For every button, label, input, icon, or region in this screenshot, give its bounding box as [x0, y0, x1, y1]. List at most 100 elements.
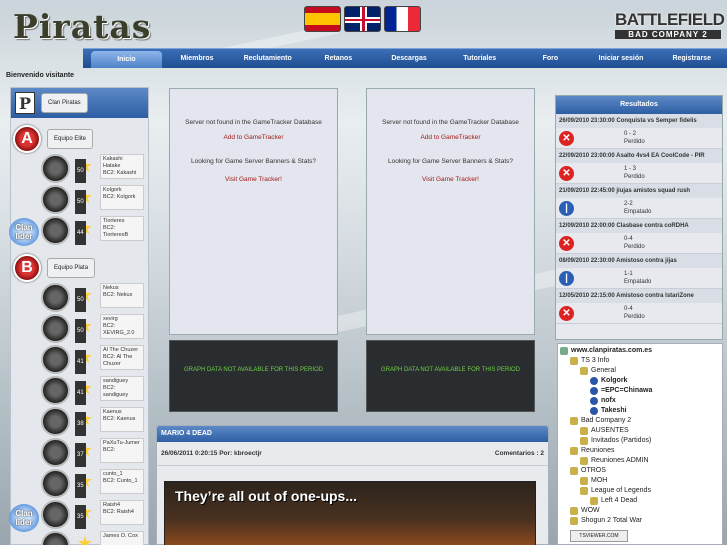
clan-label[interactable]: Clan Piratas: [41, 93, 88, 113]
member-name[interactable]: Kolgork: [103, 187, 141, 194]
ts-item[interactable]: AUSENTES: [560, 426, 720, 436]
member-name[interactable]: Raish4: [103, 502, 141, 509]
ts-item-label: General: [591, 367, 616, 374]
result-item[interactable]: 26/09/2010 23:30:00 Conquista vs Semper …: [556, 114, 722, 149]
member-name[interactable]: PaXuTu-Jumer: [103, 440, 141, 447]
ts-item[interactable]: Invitados (Partidos): [560, 436, 720, 446]
result-title[interactable]: 22/09/2010 23:00:00 Asalto 4vs4 EA CoolC…: [556, 149, 722, 163]
site-logo[interactable]: Piratas: [13, 7, 151, 46]
team-label[interactable]: Equipo Elite: [47, 129, 94, 149]
member-info[interactable]: Tiorteres BC2: TiorteresB: [100, 216, 144, 241]
gametracker-graph-2: GRAPH DATA NOT AVAILABLE FOR THIS PERIOD: [366, 340, 535, 412]
member-avatar[interactable]: [41, 154, 70, 183]
ts-item[interactable]: Bad Company 2: [560, 416, 720, 426]
nav-miembros[interactable]: Miembros: [162, 49, 233, 68]
member-avatar[interactable]: [41, 314, 70, 343]
ts-item[interactable]: Takeshi: [560, 406, 720, 416]
result-item[interactable]: 22/09/2010 23:00:00 Asalto 4vs4 EA CoolC…: [556, 149, 722, 184]
result-title[interactable]: 12/05/2010 22:15:00 Amistoso contra lsta…: [556, 289, 722, 303]
ts-item[interactable]: WOW: [560, 506, 720, 516]
member-avatar[interactable]: [41, 531, 70, 545]
result-item[interactable]: 12/05/2010 22:15:00 Amistoso contra lsta…: [556, 289, 722, 324]
result-title[interactable]: 08/09/2010 22:30:00 Amistoso contra jija…: [556, 254, 722, 268]
post-comments-link[interactable]: Comentarios : 2: [495, 450, 544, 457]
ts-item[interactable]: Reuniones: [560, 446, 720, 456]
member-info[interactable]: Kaenus BC2: Kaenus: [100, 407, 144, 432]
ts-item[interactable]: General: [560, 366, 720, 376]
ts-item[interactable]: MOH: [560, 476, 720, 486]
result-item[interactable]: 12/09/2010 22:00:00 Clasbase contra coRD…: [556, 219, 722, 254]
english-flag-icon[interactable]: [344, 6, 381, 32]
member-info[interactable]: Kolgork BC2: Kolgork: [100, 185, 144, 210]
ts-item[interactable]: Left 4 Dead: [560, 496, 720, 506]
member-name[interactable]: Al The Chuzer: [103, 347, 141, 354]
visit-gametracker-link[interactable]: Visit Game Tracker!: [170, 176, 337, 184]
ts-item[interactable]: Shogun 2 Total War: [560, 516, 720, 526]
nav-iniciar-sesion[interactable]: Iniciar sesión: [586, 49, 657, 68]
member-info[interactable]: Nekus BC2: Nekus: [100, 283, 144, 308]
result-item[interactable]: 08/09/2010 22:30:00 Amistoso contra jija…: [556, 254, 722, 289]
member-avatar[interactable]: [41, 469, 70, 498]
member-row: ★41Al The ChuzerBC2: Al The Chuzer: [41, 345, 148, 376]
spanish-flag-icon[interactable]: [304, 6, 341, 32]
member-name[interactable]: sandiguey: [103, 378, 141, 385]
member-info[interactable]: Kakashi Hatake BC2: Kakashi: [100, 154, 144, 179]
ts-item[interactable]: OTROS: [560, 466, 720, 476]
nav-retanos[interactable]: Retanos: [303, 49, 374, 68]
member-name[interactable]: Nekus: [103, 285, 141, 292]
user-icon: [590, 387, 598, 395]
result-title[interactable]: 26/09/2010 23:30:00 Conquista vs Semper …: [556, 114, 722, 128]
member-info[interactable]: Al The Chuzer BC2: Al The Chuzer: [100, 345, 144, 370]
member-row: ★38KaenusBC2: Kaenus: [41, 407, 148, 438]
nav-descargas[interactable]: Descargas: [374, 49, 445, 68]
member-avatar[interactable]: [41, 216, 70, 245]
member-name[interactable]: xevirg: [103, 316, 141, 323]
rank-number: 50: [75, 288, 86, 312]
ts-item[interactable]: www.clanpiratas.com.es: [560, 346, 720, 356]
french-flag-icon[interactable]: [384, 6, 421, 32]
team-label[interactable]: Equipo Plata: [47, 258, 96, 278]
nav-registrarse[interactable]: Registrarse: [656, 49, 727, 68]
ts-item[interactable]: Kolgork: [560, 376, 720, 386]
result-title[interactable]: 12/09/2010 22:00:00 Clasbase contra coRD…: [556, 219, 722, 233]
add-to-gametracker-link[interactable]: Add to GameTracker: [367, 134, 534, 142]
result-item[interactable]: 21/09/2010 22:45:00 jiujas amistos squad…: [556, 184, 722, 219]
member-info[interactable]: Raish4 BC2: Raish4: [100, 500, 144, 525]
header: Piratas BATTLEFIELD BAD COMPANY 2: [0, 0, 727, 48]
ts-item[interactable]: =EPC=Chinawa: [560, 386, 720, 396]
member-info[interactable]: xevirg BC2: XEVIRG_2.0: [100, 314, 144, 339]
nav-reclutamiento[interactable]: Reclutamiento: [232, 49, 303, 68]
visit-gametracker-link[interactable]: Visit Game Tracker!: [367, 176, 534, 184]
ts-item[interactable]: League of Legends: [560, 486, 720, 496]
nav-inicio[interactable]: Inicio: [91, 51, 162, 68]
member-name[interactable]: James O. Cox: [103, 533, 141, 540]
results-panel: Resultados 26/09/2010 23:30:00 Conquista…: [555, 95, 723, 340]
member-name[interactable]: cunto_1: [103, 471, 141, 478]
member-avatar[interactable]: [41, 376, 70, 405]
member-avatar[interactable]: [41, 283, 70, 312]
post-title[interactable]: MARIO 4 DEAD: [157, 426, 548, 442]
member-info[interactable]: James O. Cox: [100, 531, 144, 545]
member-info[interactable]: PaXuTu-Jumer BC2:: [100, 438, 144, 463]
result-status: Perdido: [624, 314, 645, 320]
member-avatar[interactable]: [41, 500, 70, 529]
member-bc2: BC2: Kaenus: [103, 416, 136, 422]
nav-tutoriales[interactable]: Tutoriales: [444, 49, 515, 68]
tsviewer-badge[interactable]: TSVIEWER.COM: [570, 530, 628, 542]
member-name[interactable]: Tiorteres: [103, 218, 141, 225]
member-avatar[interactable]: [41, 438, 70, 467]
result-title[interactable]: 21/09/2010 22:45:00 jiujas amistos squad…: [556, 184, 722, 198]
member-avatar[interactable]: [41, 345, 70, 374]
member-info[interactable]: cunto_1 BC2: Cunto_1: [100, 469, 144, 494]
member-name[interactable]: Kaenus: [103, 409, 141, 416]
add-to-gametracker-link[interactable]: Add to GameTracker: [170, 134, 337, 142]
ts-tree: www.clanpiratas.com.es TS 3 Info General Ko…: [560, 346, 720, 526]
member-avatar[interactable]: [41, 407, 70, 436]
member-name[interactable]: Kakashi Hatake: [103, 156, 141, 170]
member-info[interactable]: sandiguey BC2: sandiguey: [100, 376, 144, 401]
ts-item[interactable]: Reuniones ADMIN: [560, 456, 720, 466]
ts-item[interactable]: TS 3 Info: [560, 356, 720, 366]
member-avatar[interactable]: [41, 185, 70, 214]
ts-item[interactable]: nofx: [560, 396, 720, 406]
nav-foro[interactable]: Foro: [515, 49, 586, 68]
